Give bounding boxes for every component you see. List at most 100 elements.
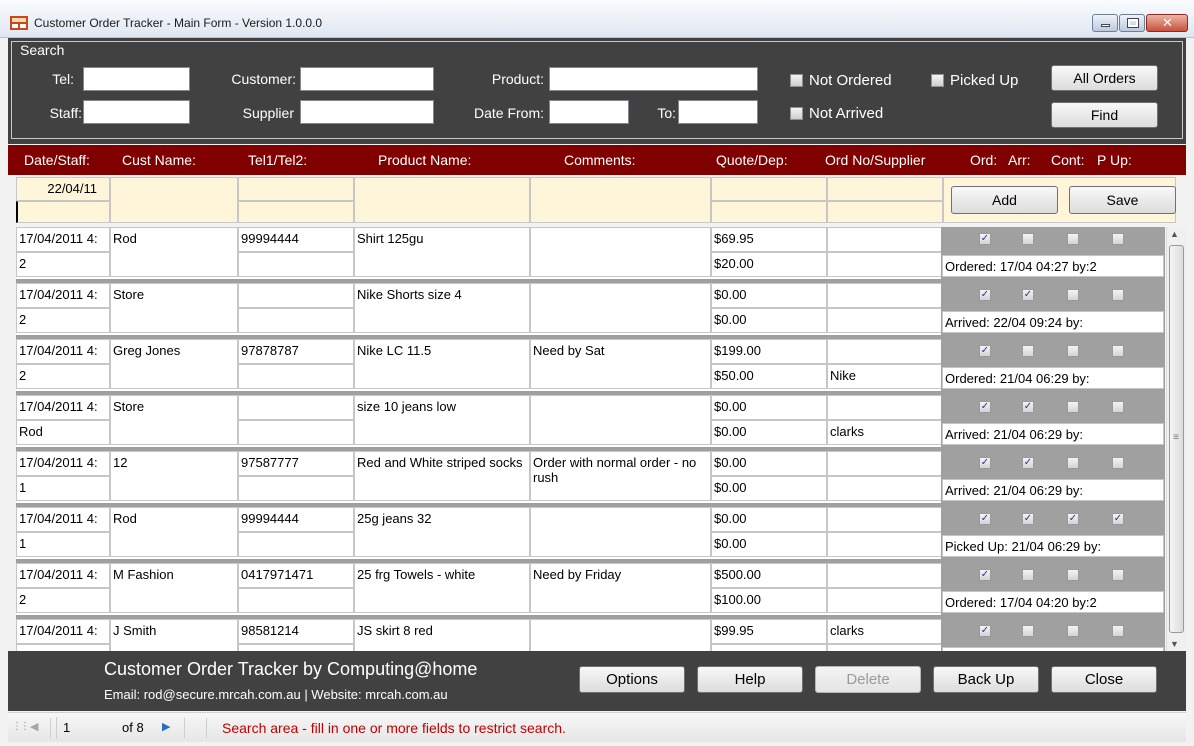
row-tel2[interactable]	[238, 644, 354, 651]
table-row[interactable]: 17/04/2011 4: 2 Rod 99994444 Shirt 125gu $69.…	[16, 227, 1165, 279]
row-supplier[interactable]	[827, 476, 943, 501]
add-button[interactable]: Add	[951, 186, 1058, 214]
all-orders-button[interactable]: All Orders	[1051, 65, 1158, 91]
contacted-checkbox[interactable]	[1067, 625, 1079, 637]
picked-up-row-checkbox[interactable]	[1112, 289, 1124, 301]
row-quote[interactable]: $0.00	[711, 283, 827, 308]
entry-comments-field[interactable]	[530, 177, 711, 223]
row-tel2[interactable]	[238, 588, 354, 613]
row-deposit[interactable]: $50.00	[711, 364, 827, 389]
entry-date-field[interactable]: 22/04/11	[16, 177, 110, 201]
row-deposit[interactable]: $0.00	[711, 532, 827, 557]
row-staff[interactable]: 1	[16, 476, 110, 501]
contacted-checkbox[interactable]	[1067, 233, 1079, 245]
arrived-checkbox[interactable]: ✓	[1022, 289, 1034, 301]
row-staff[interactable]: 2	[16, 308, 110, 333]
row-customer[interactable]: Rod	[110, 227, 238, 277]
row-supplier[interactable]	[827, 532, 943, 557]
customer-input[interactable]	[300, 67, 434, 91]
entry-ord-no-field[interactable]	[827, 177, 943, 201]
row-ord-no[interactable]	[827, 507, 943, 532]
product-input[interactable]	[549, 67, 758, 91]
minimize-button[interactable]	[1092, 14, 1118, 32]
row-date[interactable]: 17/04/2011 4:	[16, 395, 110, 420]
row-quote[interactable]: $0.00	[711, 451, 827, 476]
row-tel2[interactable]	[238, 252, 354, 277]
row-quote[interactable]: $69.95	[711, 227, 827, 252]
ordered-checkbox[interactable]: ✓	[979, 289, 991, 301]
arrived-checkbox[interactable]	[1022, 569, 1034, 581]
row-tel2[interactable]	[238, 420, 354, 445]
entry-staff-field[interactable]	[16, 201, 110, 223]
row-product[interactable]: 25g jeans 32	[354, 507, 530, 557]
contacted-checkbox[interactable]	[1067, 345, 1079, 357]
row-comments[interactable]	[530, 507, 711, 557]
ordered-checkbox[interactable]: ✓	[979, 457, 991, 469]
row-customer[interactable]: Store	[110, 283, 238, 333]
row-comments[interactable]	[530, 395, 711, 445]
row-customer[interactable]: Greg Jones	[110, 339, 238, 389]
entry-deposit-field[interactable]	[711, 201, 827, 223]
row-tel1[interactable]: 99994444	[238, 507, 354, 532]
row-date[interactable]: 17/04/2011 4:	[16, 227, 110, 252]
row-tel1[interactable]: 97878787	[238, 339, 354, 364]
row-customer[interactable]: 12	[110, 451, 238, 501]
row-ord-no[interactable]: clarks	[827, 619, 943, 644]
picked-up-row-checkbox[interactable]	[1112, 233, 1124, 245]
row-supplier[interactable]: Nike	[827, 364, 943, 389]
row-staff[interactable]: 2	[16, 364, 110, 389]
row-product[interactable]: Nike Shorts size 4	[354, 283, 530, 333]
arrived-checkbox[interactable]	[1022, 625, 1034, 637]
entry-customer-field[interactable]	[110, 177, 238, 223]
table-row[interactable]: 17/04/2011 4: 2 M Fashion 0417971471 25 frg …	[16, 563, 1165, 615]
row-comments[interactable]: Need by Sat	[530, 339, 711, 389]
row-ord-no[interactable]	[827, 227, 943, 252]
row-tel1[interactable]: 99994444	[238, 227, 354, 252]
picked-up-row-checkbox[interactable]	[1112, 345, 1124, 357]
row-product[interactable]: 25 frg Towels - white	[354, 563, 530, 613]
entry-product-field[interactable]	[354, 177, 530, 223]
row-staff[interactable]: 1	[16, 532, 110, 557]
table-row[interactable]: 17/04/2011 4: 2 Store Nike Shorts size 4 $0.…	[16, 283, 1165, 335]
row-comments[interactable]: Order with normal order - no rush	[530, 451, 711, 501]
date-from-input[interactable]	[549, 100, 629, 124]
scroll-thumb[interactable]: ≡	[1169, 245, 1184, 633]
row-ord-no[interactable]	[827, 283, 943, 308]
staff-input[interactable]	[83, 100, 190, 124]
row-date[interactable]: 17/04/2011 4:	[16, 507, 110, 532]
picked-up-checkbox[interactable]	[931, 74, 944, 87]
row-date[interactable]: 17/04/2011 4:	[16, 619, 110, 644]
arrived-checkbox[interactable]	[1022, 233, 1034, 245]
table-row[interactable]: 17/04/2011 4: 1 12 97587777 Red and White st…	[16, 451, 1165, 503]
row-comments[interactable]	[530, 227, 711, 277]
ordered-checkbox[interactable]: ✓	[979, 569, 991, 581]
previous-page-icon[interactable]: ◀	[30, 720, 38, 733]
row-customer[interactable]: M Fashion	[110, 563, 238, 613]
ordered-checkbox[interactable]: ✓	[979, 345, 991, 357]
row-tel2[interactable]	[238, 532, 354, 557]
picked-up-row-checkbox[interactable]	[1112, 625, 1124, 637]
row-date[interactable]: 17/04/2011 4:	[16, 451, 110, 476]
row-quote[interactable]: $99.95	[711, 619, 827, 644]
options-button[interactable]: Options	[579, 666, 685, 693]
row-date[interactable]: 17/04/2011 4:	[16, 283, 110, 308]
close-window-button[interactable]: ✕	[1146, 14, 1188, 32]
row-tel1[interactable]: 98581214	[238, 619, 354, 644]
page-number-field[interactable]: 1	[56, 717, 108, 739]
row-customer[interactable]: Store	[110, 395, 238, 445]
vertical-scrollbar[interactable]: ▲ ≡ ▼	[1166, 227, 1186, 651]
row-deposit[interactable]: $0.00	[711, 420, 827, 445]
row-deposit[interactable]	[711, 644, 827, 651]
row-supplier[interactable]	[827, 252, 943, 277]
ordered-checkbox[interactable]: ✓	[979, 625, 991, 637]
row-staff[interactable]	[16, 644, 110, 651]
row-tel2[interactable]	[238, 476, 354, 501]
maximize-button[interactable]	[1119, 14, 1145, 32]
row-tel2[interactable]	[238, 364, 354, 389]
row-customer[interactable]: J Smith	[110, 619, 238, 651]
row-tel2[interactable]	[238, 308, 354, 333]
row-product[interactable]: Nike LC 11.5	[354, 339, 530, 389]
row-staff[interactable]: 2	[16, 252, 110, 277]
find-button[interactable]: Find	[1051, 102, 1158, 128]
row-comments[interactable]: Need by Friday	[530, 563, 711, 613]
